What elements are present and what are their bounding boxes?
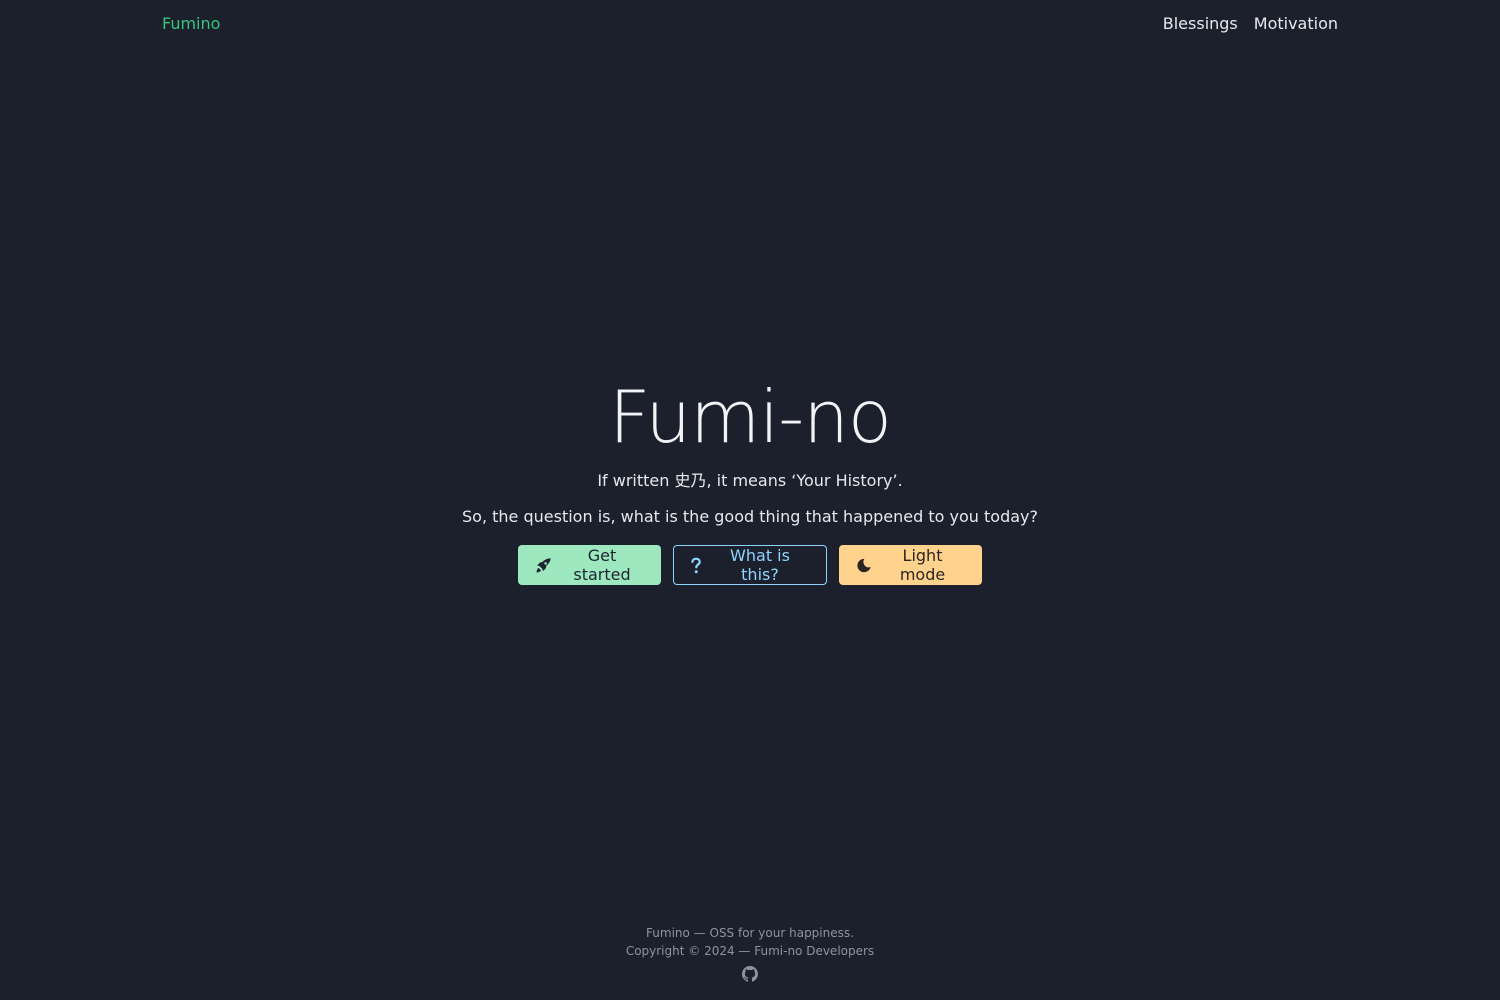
brand-link[interactable]: Fumino <box>162 14 220 33</box>
footer: Fumino — OSS for your happiness. Copyrig… <box>0 924 1500 987</box>
nav-link-motivation[interactable]: Motivation <box>1254 14 1338 33</box>
get-started-button[interactable]: Get started <box>518 545 661 585</box>
what-is-this-label: What is this? <box>730 546 790 584</box>
hero-meaning-text: If written 史乃, it means ‘Your History’. <box>597 471 903 490</box>
footer-tagline: Fumino — OSS for your happiness. <box>646 926 854 940</box>
footer-copyright: Copyright © 2024 — Fumi-no Developers <box>625 944 875 958</box>
nav-links: Blessings Motivation <box>1163 14 1338 33</box>
what-is-this-button[interactable]: What is this? <box>673 545 827 585</box>
moon-icon <box>856 557 872 574</box>
rocket-icon <box>535 557 552 574</box>
nav-link-blessings[interactable]: Blessings <box>1163 14 1238 33</box>
light-mode-button[interactable]: Light mode <box>839 545 982 585</box>
question-icon <box>690 557 702 574</box>
navbar: Fumino Blessings Motivation <box>0 0 1500 50</box>
hero-actions: Get started What is this? Light mode <box>0 545 1500 585</box>
hero-title: Fumi-no <box>609 375 892 459</box>
get-started-label: Get started <box>573 546 631 584</box>
page: Fumino Blessings Motivation Fumi-no If w… <box>0 0 1500 1000</box>
hero-question-text: So, the question is, what is the good th… <box>462 507 1038 526</box>
hero: Fumi-no If written 史乃, it means ‘Your Hi… <box>0 372 1500 585</box>
github-icon[interactable] <box>742 966 758 987</box>
light-mode-label: Light mode <box>899 546 946 584</box>
